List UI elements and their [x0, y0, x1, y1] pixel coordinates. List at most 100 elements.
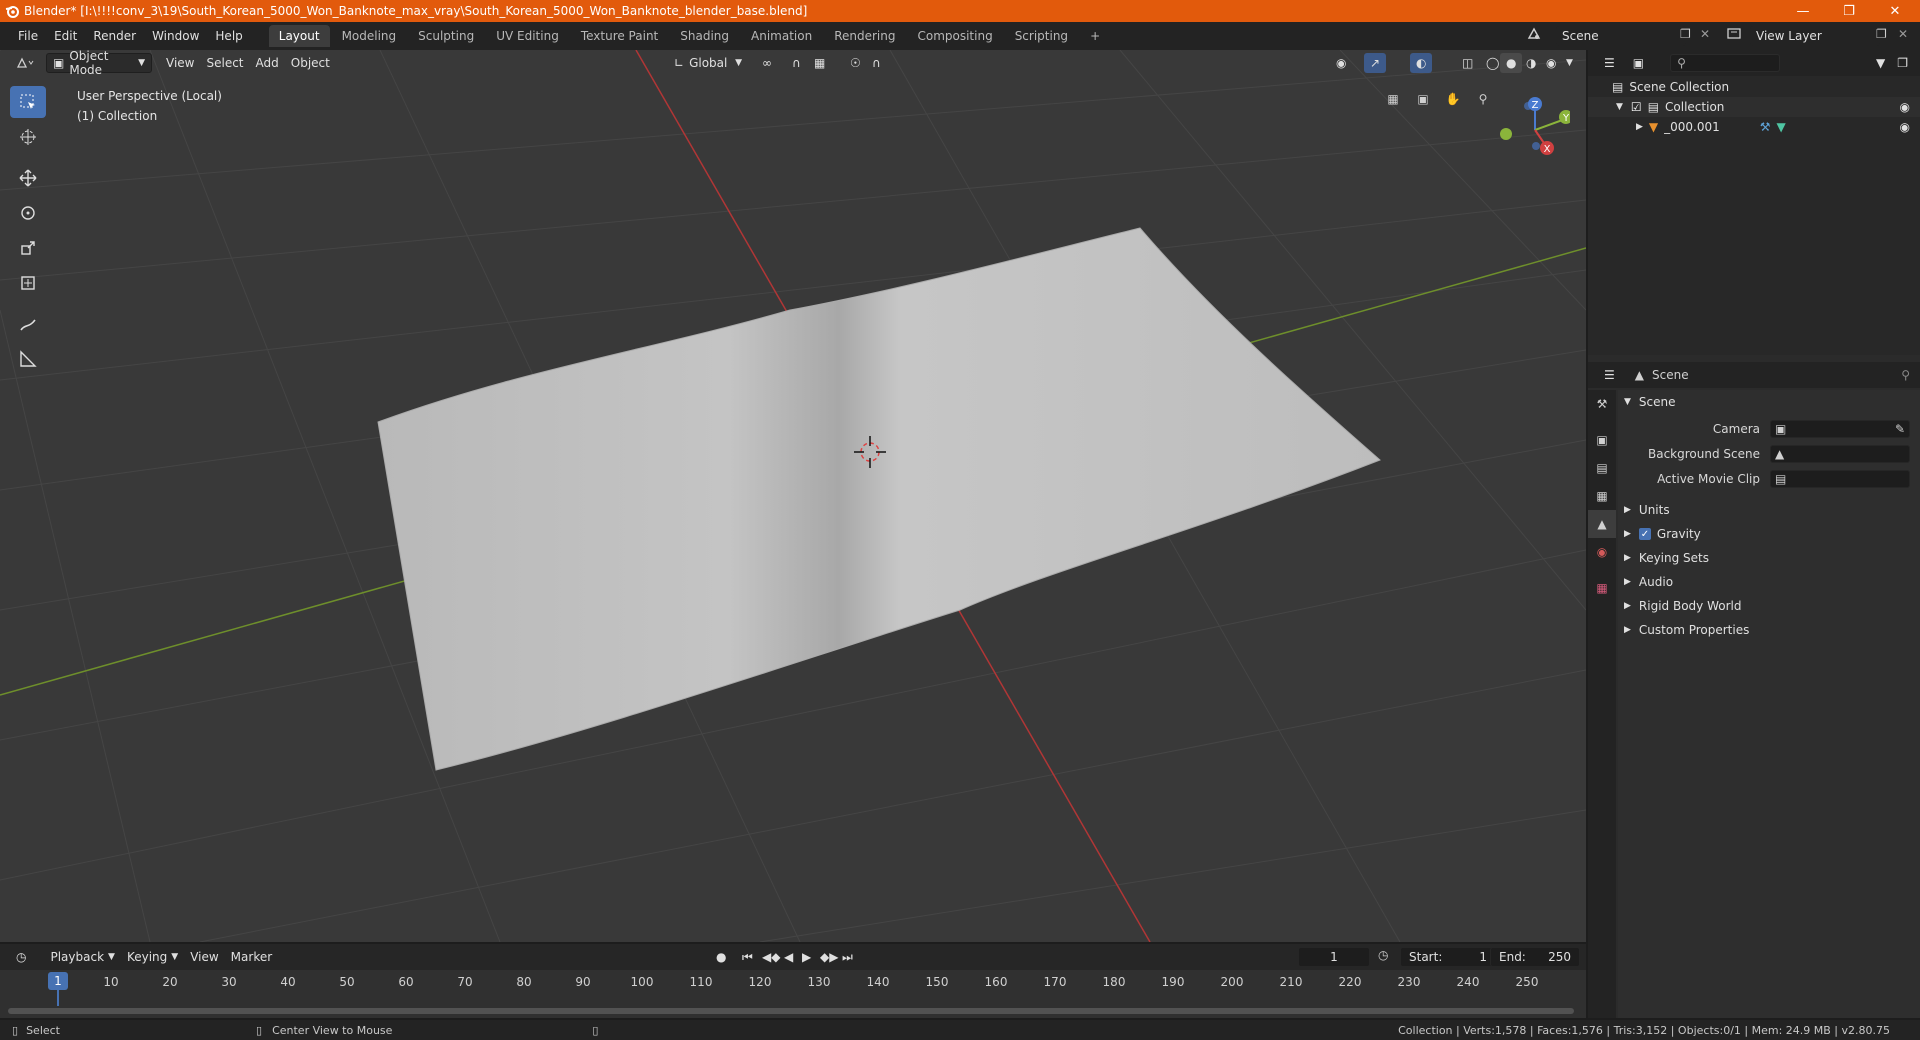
- camera-view-button[interactable]: ▣: [1410, 86, 1436, 112]
- tab-render[interactable]: ▣: [1588, 426, 1616, 454]
- tab-scene[interactable]: ▲: [1588, 510, 1616, 538]
- tab-world[interactable]: ◉: [1588, 538, 1616, 566]
- tool-rotate[interactable]: [10, 197, 46, 229]
- menu-marker[interactable]: Marker: [225, 947, 278, 967]
- outliner-row-object[interactable]: ▶ ▼ _000.001 ⚒ ▼ ◉: [1588, 117, 1920, 137]
- outliner-row-scene-collection[interactable]: ▤ Scene Collection: [1588, 77, 1920, 97]
- tab-tool[interactable]: ⚒: [1588, 390, 1616, 418]
- tool-annotate[interactable]: [10, 308, 46, 340]
- timeline-ruler[interactable]: 10 20 30 40 50 60 70 80 90 100 110 120 1…: [0, 972, 1586, 992]
- panel-keying-sets-header[interactable]: ▶ Keying Sets: [1622, 546, 1709, 570]
- view-layer-selector[interactable]: View Layer: [1750, 26, 1880, 46]
- minimize-button[interactable]: —: [1780, 0, 1826, 22]
- expand-arrow-icon[interactable]: ▶: [1636, 122, 1643, 132]
- outliner-search-input[interactable]: ⚲: [1670, 54, 1781, 72]
- tab-sculpting[interactable]: Sculpting: [408, 25, 484, 47]
- record-button[interactable]: ●: [710, 947, 732, 967]
- menu-edit[interactable]: Edit: [46, 29, 85, 43]
- visibility-button[interactable]: ◉: [1330, 53, 1352, 73]
- tool-cursor[interactable]: [10, 121, 46, 153]
- tab-output[interactable]: ▤: [1588, 454, 1616, 482]
- preview-range-icon[interactable]: ◷: [1378, 948, 1388, 962]
- menu-select[interactable]: Select: [200, 53, 249, 73]
- menu-playback[interactable]: Playback ▼: [44, 947, 120, 967]
- checkbox-icon[interactable]: ☑: [1631, 100, 1642, 114]
- scene-type-icon[interactable]: [1526, 26, 1542, 45]
- transform-orientation-dropdown[interactable]: ∟ Global ▼: [668, 53, 748, 73]
- menu-help[interactable]: Help: [207, 29, 250, 43]
- eye-icon[interactable]: ◉: [1900, 120, 1910, 134]
- outliner-editor-type[interactable]: ☰: [1598, 53, 1621, 73]
- new-collection-button[interactable]: ❐: [1891, 53, 1914, 73]
- gravity-checkbox[interactable]: ✓: [1638, 528, 1651, 540]
- filter-button[interactable]: ▼: [1870, 53, 1891, 73]
- eyedropper-icon[interactable]: ✎: [1895, 422, 1905, 436]
- expand-arrow-icon[interactable]: ▼: [1616, 102, 1623, 112]
- tool-measure[interactable]: [10, 343, 46, 375]
- menu-file[interactable]: File: [10, 29, 46, 43]
- tab-texture-paint[interactable]: Texture Paint: [571, 25, 668, 47]
- menu-keying[interactable]: Keying ▼: [121, 947, 184, 967]
- maximize-button[interactable]: ❐: [1826, 0, 1872, 22]
- delete-view-layer-icon[interactable]: ✕: [1898, 27, 1908, 41]
- tab-modeling[interactable]: Modeling: [332, 25, 407, 47]
- current-frame-field[interactable]: 1: [1298, 947, 1370, 967]
- 3d-viewport[interactable]: [0, 50, 1586, 942]
- panel-rigid-body-world-header[interactable]: ▶ Rigid Body World: [1622, 594, 1741, 618]
- display-mode-button[interactable]: ▣: [1627, 53, 1650, 73]
- camera-field[interactable]: ▣ ✎: [1770, 420, 1910, 438]
- tab-shading[interactable]: Shading: [670, 25, 739, 47]
- panel-scene-header[interactable]: ▼ Scene: [1622, 390, 1676, 414]
- panel-custom-properties-header[interactable]: ▶ Custom Properties: [1622, 618, 1749, 642]
- tab-scripting[interactable]: Scripting: [1005, 25, 1078, 47]
- timeline-scrollbar[interactable]: [8, 1008, 1574, 1014]
- timeline-editor-type[interactable]: ◷: [10, 947, 32, 967]
- tool-move[interactable]: [10, 162, 46, 194]
- xray-toggle[interactable]: ◫: [1456, 53, 1479, 73]
- close-button[interactable]: ✕: [1872, 0, 1918, 22]
- menu-render[interactable]: Render: [85, 29, 144, 43]
- toggle-orthographic-button[interactable]: ▦: [1380, 86, 1406, 112]
- tab-animation[interactable]: Animation: [741, 25, 822, 47]
- navigation-gizmo[interactable]: Z Y X: [1490, 88, 1570, 168]
- pan-view-button[interactable]: ✋: [1440, 86, 1466, 112]
- snap-target-button[interactable]: ▦: [808, 53, 831, 73]
- add-workspace-button[interactable]: +: [1080, 25, 1110, 47]
- tab-layout[interactable]: Layout: [268, 25, 330, 47]
- menu-add[interactable]: Add: [250, 53, 285, 73]
- new-view-layer-icon[interactable]: ❐: [1876, 27, 1887, 41]
- end-frame-field[interactable]: End: 250: [1490, 947, 1580, 967]
- pivot-point-button[interactable]: ∞: [756, 53, 778, 73]
- active-movie-clip-field[interactable]: ▤: [1770, 470, 1910, 488]
- panel-gravity-header[interactable]: ▶ ✓ Gravity: [1622, 522, 1701, 546]
- proportional-edit-toggle[interactable]: ☉: [844, 53, 867, 73]
- tool-scale[interactable]: [10, 232, 46, 264]
- background-scene-field[interactable]: ▲: [1770, 445, 1910, 463]
- menu-timeline-view[interactable]: View: [184, 947, 224, 967]
- gizmo-toggle[interactable]: ↗: [1364, 53, 1387, 73]
- shading-options[interactable]: ▼: [1560, 53, 1579, 73]
- tab-texture[interactable]: ▦: [1588, 574, 1616, 602]
- properties-editor-type[interactable]: ☰: [1598, 365, 1621, 385]
- new-scene-icon[interactable]: ❐: [1680, 27, 1691, 41]
- falloff-button[interactable]: ∩: [866, 53, 887, 73]
- start-frame-field[interactable]: Start: 1: [1400, 947, 1496, 967]
- tab-uv-editing[interactable]: UV Editing: [486, 25, 569, 47]
- delete-scene-icon[interactable]: ✕: [1700, 27, 1710, 41]
- tab-compositing[interactable]: Compositing: [907, 25, 1002, 47]
- eye-icon[interactable]: ◉: [1900, 100, 1910, 114]
- overlay-toggle[interactable]: ◐: [1410, 53, 1433, 73]
- mode-dropdown[interactable]: ▣ Object Mode ▼: [46, 49, 152, 77]
- jump-end-button[interactable]: ⏭: [836, 947, 859, 967]
- menu-view[interactable]: View: [160, 53, 200, 73]
- tool-select-box[interactable]: [10, 86, 46, 118]
- tab-rendering[interactable]: Rendering: [824, 25, 905, 47]
- menu-object[interactable]: Object: [285, 53, 336, 73]
- panel-audio-header[interactable]: ▶ Audio: [1622, 570, 1673, 594]
- tool-transform[interactable]: [10, 267, 46, 299]
- playhead[interactable]: 1: [48, 972, 68, 990]
- pin-icon[interactable]: ⚲: [1901, 368, 1910, 382]
- menu-window[interactable]: Window: [144, 29, 207, 43]
- scene-selector[interactable]: Scene: [1556, 26, 1686, 46]
- outliner-row-collection[interactable]: ▼ ☑ ▤ Collection ◉: [1588, 97, 1920, 117]
